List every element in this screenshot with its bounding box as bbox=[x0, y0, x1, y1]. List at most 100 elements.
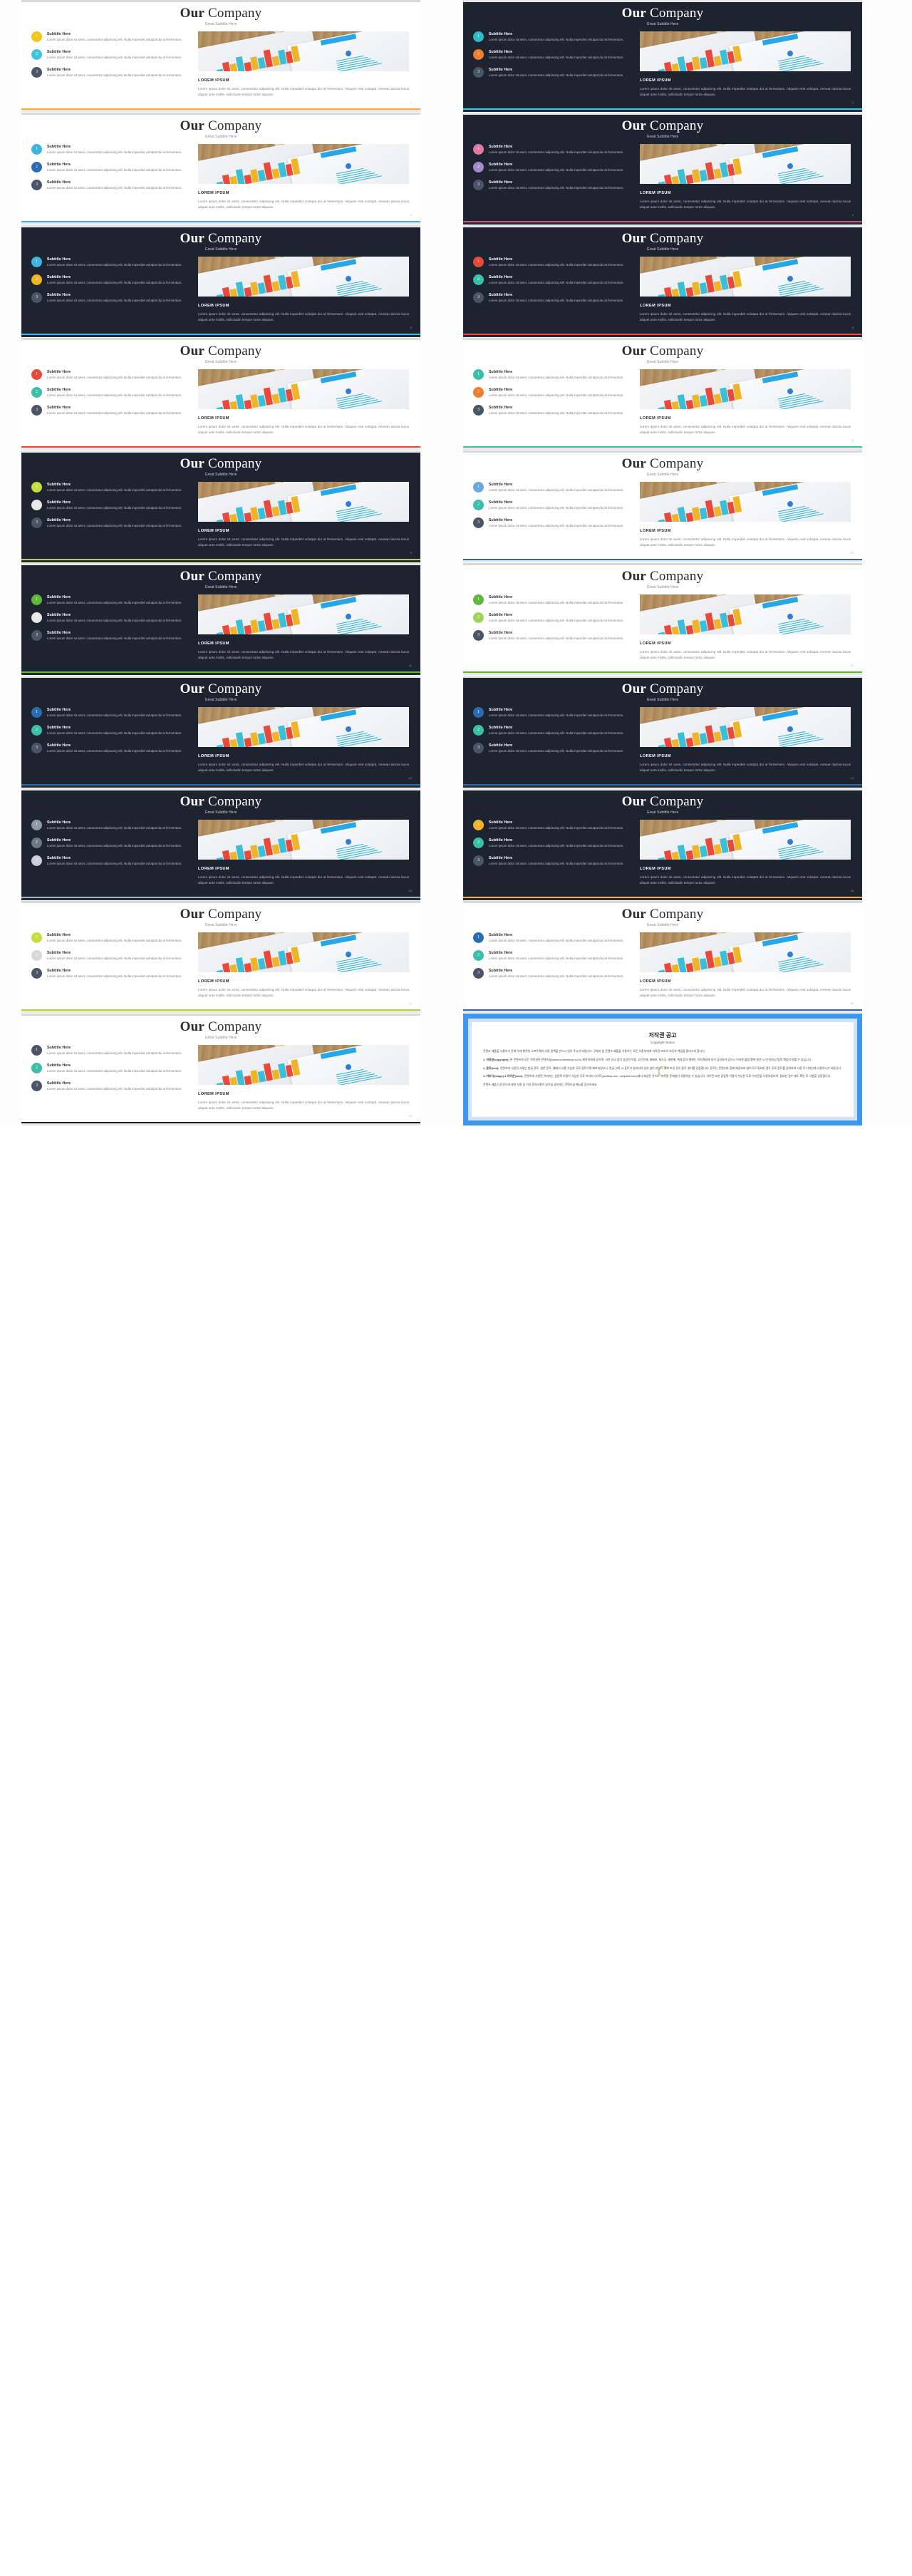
slide-photo bbox=[640, 707, 851, 747]
bullet-item: 3 Subtitle Here Lorem ipsum dolor sit amet… bbox=[31, 1080, 185, 1092]
slide-thumbnail[interactable]: Our Company Great Subtitle Here 1 Subtitle … bbox=[21, 225, 420, 337]
bullet-heading: Subtitle Here bbox=[489, 820, 513, 825]
bullet-number-badge: 1 bbox=[31, 369, 42, 380]
bullet-body: Lorem ipsum dolor sit amet, consectetur … bbox=[47, 376, 182, 379]
slide-thumbnail[interactable]: Our Company Great Subtitle Here 1 Subtitle … bbox=[21, 788, 420, 900]
title-bold-word: Our bbox=[180, 794, 205, 809]
slide-thumbnail[interactable]: Our Company Great Subtitle Here 1 Subtitle … bbox=[21, 338, 420, 450]
bullet-item: 2 Subtitle Here Lorem ipsum dolor sit amet… bbox=[473, 612, 626, 624]
page-subtitle: Great Subtitle Here bbox=[204, 21, 237, 26]
page-subtitle: Great Subtitle Here bbox=[204, 472, 237, 477]
bullet-number-badge: 2 bbox=[31, 612, 42, 623]
slide-page-number: 16 bbox=[850, 889, 854, 892]
section-heading: LOREM IPSUM bbox=[198, 78, 229, 83]
page-subtitle: Great Subtitle Here bbox=[646, 247, 679, 252]
copyright-slide[interactable]: 저작권 공고 Copyright Notice 콘텐츠 제품을 사용하기 전에 아래… bbox=[463, 1014, 862, 1125]
bullet-body: Lorem ipsum dolor sit amet, consectetur … bbox=[47, 298, 182, 302]
slide-thumbnail[interactable]: Our Company Great Subtitle Here 1 Subtitle … bbox=[21, 1014, 420, 1125]
bullet-body: Lorem ipsum dolor sit amet, consectetur … bbox=[489, 731, 624, 735]
bullet-list: 1 Subtitle Here Lorem ipsum dolor sit amet… bbox=[31, 707, 185, 760]
bullet-body: Lorem ipsum dolor sit amet, consectetur … bbox=[47, 939, 182, 942]
bullet-heading: Subtitle Here bbox=[489, 517, 513, 522]
bullet-body: Lorem ipsum dolor sit amet, consectetur … bbox=[489, 488, 624, 492]
base-rule bbox=[463, 560, 862, 562]
title-thin-word: Company bbox=[650, 569, 704, 584]
bullet-number-badge: 3 bbox=[31, 742, 42, 753]
slide-page-number: 5 bbox=[410, 326, 412, 329]
slide-thumbnail[interactable]: Our Company Great Subtitle Here 1 Subtitle … bbox=[463, 901, 862, 1013]
section-heading: LOREM IPSUM bbox=[640, 78, 671, 83]
slide-thumbnail[interactable]: Our Company Great Subtitle Here 1 Subtitle … bbox=[463, 338, 862, 450]
bullet-item: 1 Subtitle Here Lorem ipsum dolor sit amet… bbox=[473, 594, 626, 606]
slide-thumbnail[interactable]: Our Company Great Subtitle Here 1 Subtitle … bbox=[21, 0, 420, 112]
slide-photo bbox=[198, 707, 409, 747]
slide-thumbnail[interactable]: Our Company Great Subtitle Here 1 Subtitle … bbox=[463, 450, 862, 562]
bullet-body: Lorem ipsum dolor sit amet, consectetur … bbox=[489, 523, 624, 527]
slide-bottom-bar bbox=[21, 221, 420, 225]
bullet-text-block: Subtitle Here Lorem ipsum dolor sit amet,… bbox=[489, 482, 623, 493]
bullet-item: 1 Subtitle Here Lorem ipsum dolor sit amet… bbox=[473, 482, 626, 493]
slide-thumbnail[interactable]: Our Company Great Subtitle Here 1 Subtitle … bbox=[21, 901, 420, 1013]
title-thin-word: Company bbox=[208, 794, 262, 809]
section-heading: LOREM IPSUM bbox=[640, 191, 671, 195]
base-rule bbox=[463, 110, 862, 112]
slide-photo bbox=[640, 482, 851, 522]
slide-thumbnail[interactable]: Our Company Great Subtitle Here 1 Subtitle … bbox=[463, 788, 862, 900]
base-rule bbox=[21, 785, 420, 788]
base-rule bbox=[463, 673, 862, 675]
slide-photo bbox=[640, 144, 851, 184]
slide-thumbnail[interactable]: Our Company Great Subtitle Here 1 Subtitle … bbox=[21, 676, 420, 788]
bullet-item: 3 Subtitle Here Lorem ipsum dolor sit amet… bbox=[473, 404, 626, 416]
slide-thumbnail[interactable]: Our Company Great Subtitle Here 1 Subtitle … bbox=[463, 113, 862, 225]
page-title: Our Company bbox=[21, 682, 420, 696]
bullet-body: Lorem ipsum dolor sit amet, consectetur … bbox=[47, 280, 182, 284]
bullet-text-block: Subtitle Here Lorem ipsum dolor sit amet,… bbox=[47, 1045, 182, 1056]
slide-title-block: Our Company Great Subtitle Here bbox=[21, 570, 420, 589]
bullet-heading: Subtitle Here bbox=[47, 49, 71, 54]
slide-content-column: LOREM IPSUM Lorem ipsum dolor sit amet, c… bbox=[640, 482, 851, 548]
bullet-heading: Subtitle Here bbox=[489, 500, 513, 505]
slide-page-number: 18 bbox=[850, 1001, 854, 1005]
bullet-text-block: Subtitle Here Lorem ipsum dolor sit amet,… bbox=[47, 180, 182, 191]
page-subtitle: Great Subtitle Here bbox=[204, 922, 237, 927]
bullet-item: 3 Subtitle Here Lorem ipsum dolor sit amet… bbox=[31, 66, 185, 78]
bullet-text-block: Subtitle Here Lorem ipsum dolor sit amet,… bbox=[489, 630, 623, 642]
bullet-list: 1 Subtitle Here Lorem ipsum dolor sit amet… bbox=[31, 932, 185, 985]
bullet-heading: Subtitle Here bbox=[47, 180, 71, 185]
bullet-body: Lorem ipsum dolor sit amet, consectetur … bbox=[489, 376, 624, 379]
bullet-item: 2 Subtitle Here Lorem ipsum dolor sit amet… bbox=[473, 48, 626, 61]
title-thin-word: Company bbox=[208, 907, 262, 922]
slide-thumbnail[interactable]: Our Company Great Subtitle Here 1 Subtitle … bbox=[463, 0, 862, 112]
slide-thumbnail[interactable]: Our Company Great Subtitle Here 1 Subtitle … bbox=[463, 676, 862, 788]
slide-content-column: LOREM IPSUM Lorem ipsum dolor sit amet, c… bbox=[198, 820, 409, 886]
bullet-number-badge: 3 bbox=[473, 292, 484, 303]
title-bold-word: Our bbox=[180, 569, 205, 584]
bullet-body: Lorem ipsum dolor sit amet, consectetur … bbox=[47, 843, 182, 847]
slide-thumbnail[interactable]: Our Company Great Subtitle Here 1 Subtitle … bbox=[21, 563, 420, 675]
bullet-list: 1 Subtitle Here Lorem ipsum dolor sit amet… bbox=[31, 594, 185, 647]
slide-title-block: Our Company Great Subtitle Here bbox=[463, 6, 862, 26]
slide-photo bbox=[198, 482, 409, 522]
bullet-heading: Subtitle Here bbox=[489, 405, 513, 410]
title-thin-word: Company bbox=[650, 456, 704, 471]
bullet-heading: Subtitle Here bbox=[47, 743, 71, 748]
bullet-item: 2 Subtitle Here Lorem ipsum dolor sit amet… bbox=[31, 837, 185, 849]
slide-page-number: 2 bbox=[851, 101, 854, 104]
slide-thumbnail[interactable]: Our Company Great Subtitle Here 1 Subtitle … bbox=[463, 563, 862, 675]
slide-content-column: LOREM IPSUM Lorem ipsum dolor sit amet, c… bbox=[640, 594, 851, 661]
bullet-number-badge: 3 bbox=[31, 404, 42, 416]
slide-title-block: Our Company Great Subtitle Here bbox=[21, 344, 420, 364]
slide-thumbnail[interactable]: Our Company Great Subtitle Here 1 Subtitle … bbox=[21, 113, 420, 225]
slide-thumbnail[interactable]: Our Company Great Subtitle Here 1 Subtitle … bbox=[21, 450, 420, 562]
bullet-heading: Subtitle Here bbox=[47, 933, 71, 937]
base-rule bbox=[463, 222, 862, 225]
bullet-body: Lorem ipsum dolor sit amet, consectetur … bbox=[489, 843, 624, 847]
bullet-text-block: Subtitle Here Lorem ipsum dolor sit amet,… bbox=[47, 932, 182, 944]
bullet-body: Lorem ipsum dolor sit amet, consectetur … bbox=[47, 713, 182, 717]
slide-page-number: 4 bbox=[851, 213, 854, 217]
title-bold-word: Our bbox=[621, 456, 647, 471]
bullet-heading: Subtitle Here bbox=[47, 1081, 71, 1086]
section-heading: LOREM IPSUM bbox=[198, 304, 229, 308]
slide-thumbnail[interactable]: Our Company Great Subtitle Here 1 Subtitle … bbox=[463, 225, 862, 337]
bullet-item: 3 Subtitle Here Lorem ipsum dolor sit amet… bbox=[473, 629, 626, 642]
